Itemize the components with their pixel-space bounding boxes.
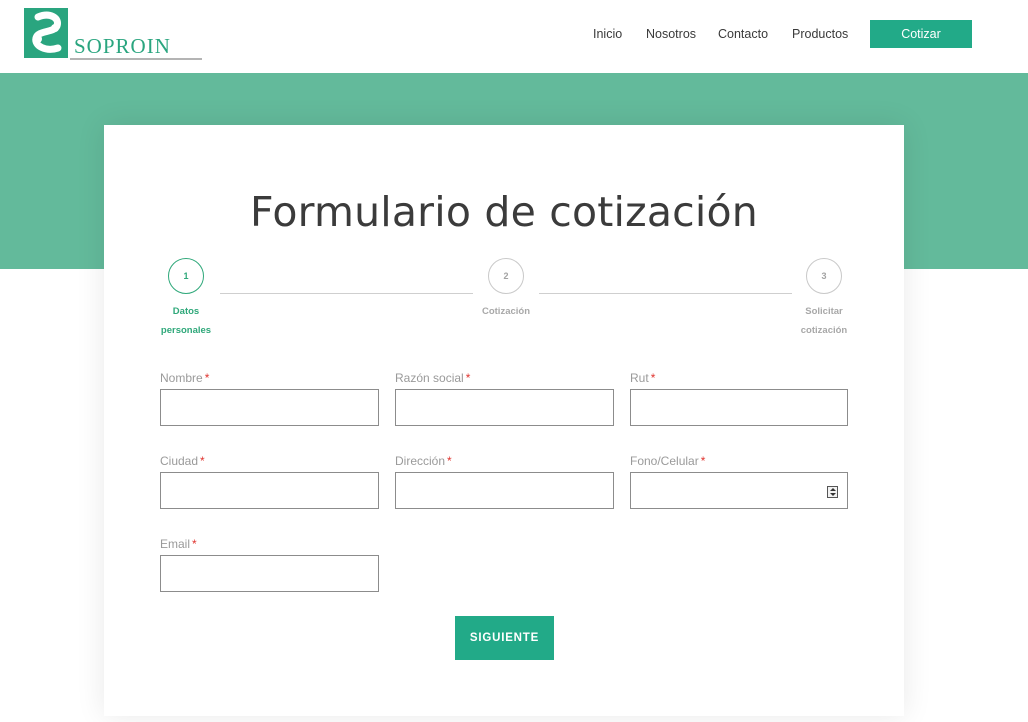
required-mark: *: [700, 454, 706, 468]
logo-underline: [70, 58, 202, 60]
nav-productos[interactable]: Productos: [792, 27, 848, 41]
step-2-label-line1: Cotización: [481, 306, 531, 317]
nav-nosotros[interactable]: Nosotros: [646, 27, 696, 41]
ciudad-label-text: Ciudad: [160, 454, 199, 468]
razon-social-label-text: Razón social: [395, 371, 464, 385]
step-1-label-line1: Datos: [172, 306, 200, 317]
fono-label: Fono/Celular *: [630, 454, 705, 468]
direccion-input[interactable]: [395, 472, 614, 509]
step-3-circle[interactable]: 3: [806, 258, 842, 294]
step-3-label-line1: Solicitar: [805, 306, 843, 317]
cotizar-button[interactable]: Cotizar: [870, 20, 972, 48]
rut-input[interactable]: [630, 389, 848, 426]
fono-input[interactable]: [630, 472, 848, 509]
siguiente-button[interactable]: SIGUIENTE: [455, 616, 554, 660]
razon-social-label: Razón social *: [395, 371, 470, 385]
nav-contacto[interactable]: Contacto: [718, 27, 768, 41]
nombre-label: Nombre *: [160, 371, 209, 385]
step-1-circle[interactable]: 1: [168, 258, 204, 294]
step-1-label-line2: personales: [160, 325, 212, 336]
soproin-logo[interactable]: SOPROIN: [24, 8, 204, 62]
nav-inicio[interactable]: Inicio: [593, 27, 622, 41]
direccion-label: Dirección *: [395, 454, 452, 468]
rut-label-text: Rut: [630, 371, 649, 385]
required-mark: *: [200, 454, 205, 468]
fono-label-text: Fono/Celular: [630, 454, 699, 468]
ciudad-input[interactable]: [160, 472, 379, 509]
ciudad-label: Ciudad *: [160, 454, 205, 468]
required-mark: *: [650, 371, 656, 385]
email-input[interactable]: [160, 555, 379, 592]
number-spinner[interactable]: [827, 486, 838, 498]
required-mark: *: [192, 537, 197, 551]
page-title: Formulario de cotización: [250, 188, 758, 236]
email-label: Email *: [160, 537, 197, 551]
step-3-label-line2: cotización: [800, 325, 848, 336]
logo-text: SOPROIN: [74, 34, 171, 58]
logo-mark-icon: [24, 8, 68, 58]
required-mark: *: [204, 371, 210, 385]
step-connector-2: [539, 293, 792, 294]
nombre-input[interactable]: [160, 389, 379, 426]
step-2-circle[interactable]: 2: [488, 258, 524, 294]
razon-social-input[interactable]: [395, 389, 614, 426]
spinner-down-icon[interactable]: [830, 493, 836, 496]
step-3-label: Solicitar cotización: [784, 302, 864, 340]
rut-label: Rut *: [630, 371, 655, 385]
email-label-text: Email: [160, 537, 191, 551]
nombre-label-text: Nombre: [160, 371, 203, 385]
spinner-up-icon[interactable]: [830, 488, 836, 491]
site-header: SOPROIN Inicio Nosotros Contacto Product…: [0, 0, 1028, 73]
step-2-label: Cotización: [466, 302, 546, 321]
step-connector-1: [220, 293, 473, 294]
required-mark: *: [447, 454, 452, 468]
direccion-label-text: Dirección: [395, 454, 446, 468]
step-1-label: Datos personales: [146, 302, 226, 340]
required-mark: *: [465, 371, 471, 385]
